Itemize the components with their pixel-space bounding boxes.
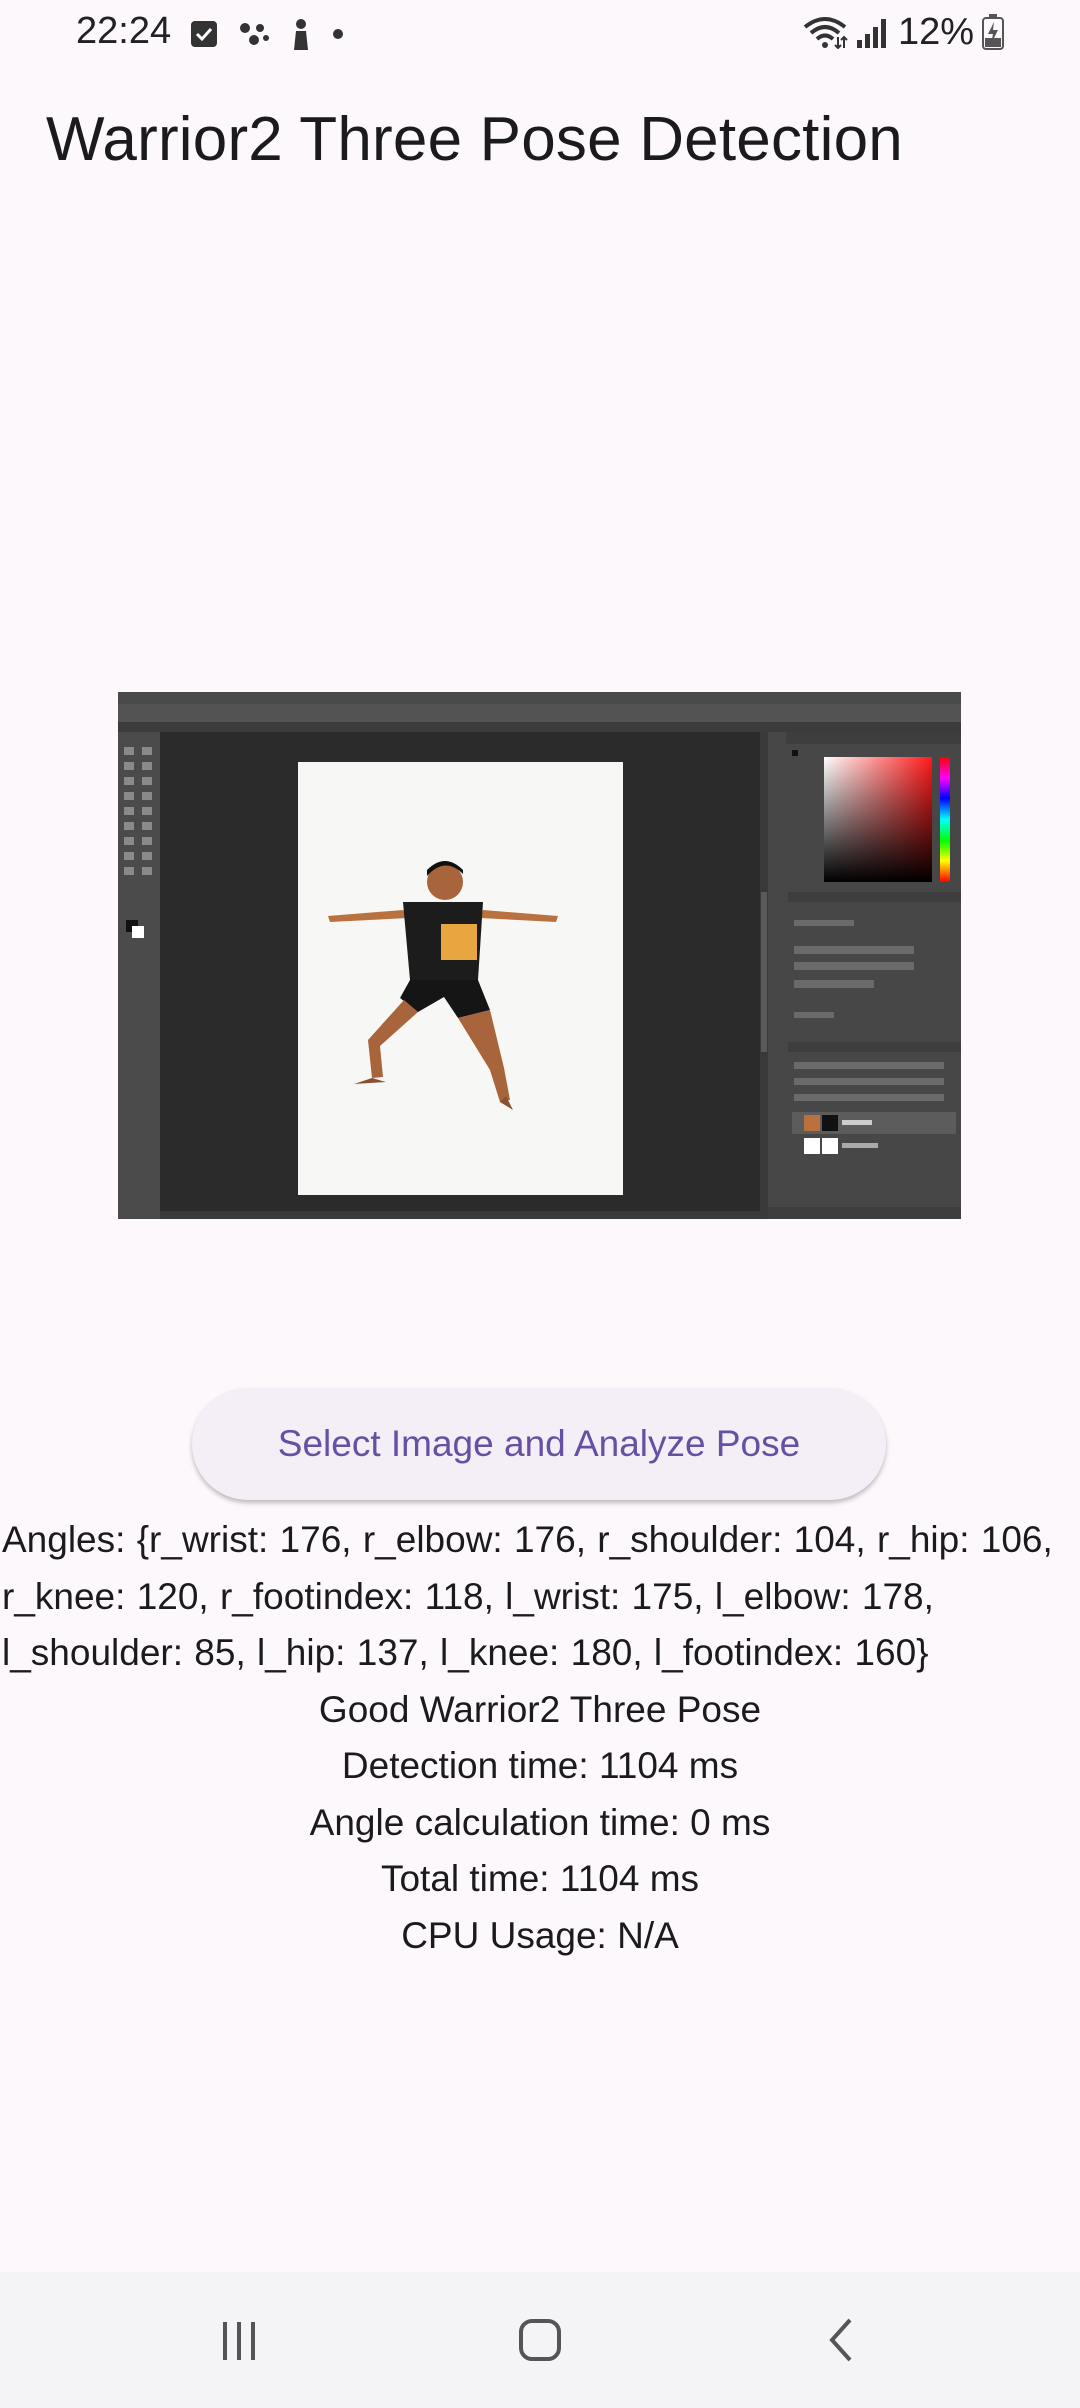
- back-button[interactable]: [802, 2300, 882, 2380]
- notification-icons: [190, 14, 344, 54]
- system-icons: 12%: [802, 10, 1004, 53]
- pose-verdict: Good Warrior2 Three Pose: [318, 1688, 762, 1730]
- pose-image: [118, 692, 961, 1219]
- person-icon: [294, 19, 308, 50]
- page-title: Warrior2 Three Pose Detection: [46, 105, 903, 174]
- angles-text: Angles: {r_wrist: 176, r_elbow: 176, r_s…: [2, 1519, 1053, 1673]
- status-bar: 22:24 12%: [0, 0, 1080, 64]
- results-panel: Angles: {r_wrist: 176, r_elbow: 176, r_s…: [0, 1512, 1080, 1964]
- signal-icon: [856, 19, 886, 48]
- total-time: Total time: 1104 ms: [380, 1858, 700, 1899]
- cpu-usage: CPU Usage: N/A: [401, 1914, 679, 1956]
- recent-apps-icon: [223, 2322, 255, 2360]
- recent-apps-button[interactable]: [199, 2300, 279, 2380]
- back-icon: [829, 2318, 852, 2362]
- status-time: 22:24: [76, 10, 172, 52]
- screen: 22:24 12% Warrior2 Three Pose Detection …: [0, 0, 1080, 2408]
- wifi-icon: [803, 17, 848, 49]
- select-image-analyze-button[interactable]: Select Image and Analyze Pose: [192, 1388, 886, 1500]
- battery-percentage: 12%: [897, 10, 974, 53]
- home-icon: [519, 2319, 561, 2361]
- battery-charging-icon: [982, 14, 1004, 50]
- angle-calculation-time: Angle calculation time: 0 ms: [309, 1801, 771, 1843]
- assistant-dots-icon: [240, 23, 269, 45]
- photoshop-screenshot-image: [118, 692, 961, 1219]
- dot-icon: [333, 29, 343, 39]
- checkbox-notification-icon: [191, 21, 217, 47]
- navigation-bar: [0, 2272, 1080, 2408]
- detection-time: Detection time: 1104 ms: [341, 1745, 739, 1786]
- home-button[interactable]: [500, 2300, 580, 2380]
